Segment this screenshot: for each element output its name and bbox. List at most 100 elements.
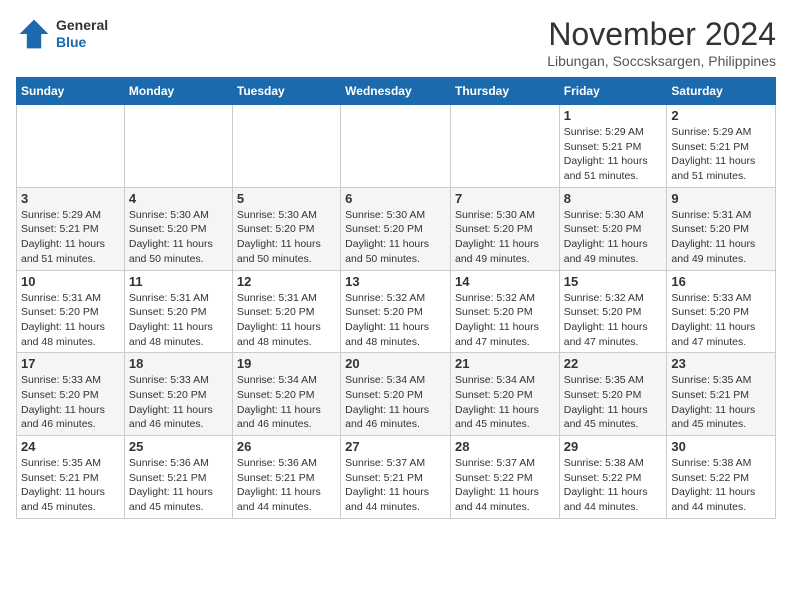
day-info: Sunrise: 5:29 AM Sunset: 5:21 PM Dayligh… <box>671 125 771 184</box>
day-number: 8 <box>564 191 663 206</box>
calendar-week-3: 10Sunrise: 5:31 AM Sunset: 5:20 PM Dayli… <box>17 270 776 353</box>
day-info: Sunrise: 5:31 AM Sunset: 5:20 PM Dayligh… <box>237 291 336 350</box>
day-info: Sunrise: 5:31 AM Sunset: 5:20 PM Dayligh… <box>21 291 120 350</box>
day-info: Sunrise: 5:34 AM Sunset: 5:20 PM Dayligh… <box>345 373 446 432</box>
month-title: November 2024 <box>547 16 776 53</box>
calendar-cell: 8 Sunrise: 5:30 AM Sunset: 5:20 PM Daylig… <box>559 187 667 270</box>
calendar-cell <box>341 105 451 188</box>
logo: General Blue <box>16 16 108 52</box>
weekday-header-row: SundayMondayTuesdayWednesdayThursdayFrid… <box>17 78 776 105</box>
calendar-cell: 13Sunrise: 5:32 AM Sunset: 5:20 PM Dayli… <box>341 270 451 353</box>
day-info: Sunrise: 5:33 AM Sunset: 5:20 PM Dayligh… <box>671 291 771 350</box>
day-info: Sunrise: 5:29 AM Sunset: 5:21 PM Dayligh… <box>564 125 663 184</box>
day-number: 1 <box>564 108 663 123</box>
day-number: 2 <box>671 108 771 123</box>
day-number: 4 <box>129 191 228 206</box>
page-header: General Blue November 2024 Libungan, Soc… <box>16 16 776 69</box>
day-number: 28 <box>455 439 555 454</box>
calendar-cell: 15 Sunrise: 5:32 AM Sunset: 5:20 PM Dayli… <box>559 270 667 353</box>
calendar-cell: 26 Sunrise: 5:36 AM Sunset: 5:21 PM Dayli… <box>232 436 340 519</box>
day-number: 23 <box>671 356 771 371</box>
calendar-cell: 4Sunrise: 5:30 AM Sunset: 5:20 PM Daylig… <box>124 187 232 270</box>
day-number: 22 <box>564 356 663 371</box>
day-number: 5 <box>237 191 336 206</box>
calendar-table: SundayMondayTuesdayWednesdayThursdayFrid… <box>16 77 776 519</box>
day-info: Sunrise: 5:37 AM Sunset: 5:22 PM Dayligh… <box>455 456 555 515</box>
calendar-cell: 6 Sunrise: 5:30 AM Sunset: 5:20 PM Daylig… <box>341 187 451 270</box>
day-number: 29 <box>564 439 663 454</box>
calendar-cell: 22 Sunrise: 5:35 AM Sunset: 5:20 PM Dayli… <box>559 353 667 436</box>
day-number: 6 <box>345 191 446 206</box>
calendar-cell: 10Sunrise: 5:31 AM Sunset: 5:20 PM Dayli… <box>17 270 125 353</box>
weekday-header-sunday: Sunday <box>17 78 125 105</box>
calendar-cell: 2 Sunrise: 5:29 AM Sunset: 5:21 PM Daylig… <box>667 105 776 188</box>
logo-general: General <box>56 17 108 34</box>
calendar-week-5: 24 Sunrise: 5:35 AM Sunset: 5:21 PM Dayli… <box>17 436 776 519</box>
day-info: Sunrise: 5:35 AM Sunset: 5:21 PM Dayligh… <box>21 456 120 515</box>
weekday-header-tuesday: Tuesday <box>232 78 340 105</box>
calendar-week-1: 1 Sunrise: 5:29 AM Sunset: 5:21 PM Daylig… <box>17 105 776 188</box>
day-number: 7 <box>455 191 555 206</box>
day-info: Sunrise: 5:38 AM Sunset: 5:22 PM Dayligh… <box>564 456 663 515</box>
day-number: 30 <box>671 439 771 454</box>
calendar-cell: 18 Sunrise: 5:33 AM Sunset: 5:20 PM Dayli… <box>124 353 232 436</box>
calendar-cell: 23 Sunrise: 5:35 AM Sunset: 5:21 PM Dayli… <box>667 353 776 436</box>
calendar-cell: 7 Sunrise: 5:30 AM Sunset: 5:20 PM Daylig… <box>450 187 559 270</box>
day-info: Sunrise: 5:34 AM Sunset: 5:20 PM Dayligh… <box>237 373 336 432</box>
calendar-cell: 9 Sunrise: 5:31 AM Sunset: 5:20 PM Daylig… <box>667 187 776 270</box>
day-info: Sunrise: 5:29 AM Sunset: 5:21 PM Dayligh… <box>21 208 120 267</box>
day-info: Sunrise: 5:32 AM Sunset: 5:20 PM Dayligh… <box>345 291 446 350</box>
calendar-cell: 25 Sunrise: 5:36 AM Sunset: 5:21 PM Dayli… <box>124 436 232 519</box>
day-number: 24 <box>21 439 120 454</box>
day-number: 20 <box>345 356 446 371</box>
day-number: 21 <box>455 356 555 371</box>
logo-text: General Blue <box>56 17 108 51</box>
day-info: Sunrise: 5:38 AM Sunset: 5:22 PM Dayligh… <box>671 456 771 515</box>
calendar-cell: 5 Sunrise: 5:30 AM Sunset: 5:20 PM Daylig… <box>232 187 340 270</box>
logo-icon <box>16 16 52 52</box>
day-info: Sunrise: 5:36 AM Sunset: 5:21 PM Dayligh… <box>129 456 228 515</box>
weekday-header-wednesday: Wednesday <box>341 78 451 105</box>
day-info: Sunrise: 5:34 AM Sunset: 5:20 PM Dayligh… <box>455 373 555 432</box>
calendar-cell: 19 Sunrise: 5:34 AM Sunset: 5:20 PM Dayli… <box>232 353 340 436</box>
day-info: Sunrise: 5:30 AM Sunset: 5:20 PM Dayligh… <box>345 208 446 267</box>
calendar-cell: 17Sunrise: 5:33 AM Sunset: 5:20 PM Dayli… <box>17 353 125 436</box>
day-number: 14 <box>455 274 555 289</box>
day-number: 26 <box>237 439 336 454</box>
calendar-cell: 14Sunrise: 5:32 AM Sunset: 5:20 PM Dayli… <box>450 270 559 353</box>
day-info: Sunrise: 5:36 AM Sunset: 5:21 PM Dayligh… <box>237 456 336 515</box>
weekday-header-friday: Friday <box>559 78 667 105</box>
calendar-week-2: 3Sunrise: 5:29 AM Sunset: 5:21 PM Daylig… <box>17 187 776 270</box>
calendar-cell: 28 Sunrise: 5:37 AM Sunset: 5:22 PM Dayli… <box>450 436 559 519</box>
day-number: 16 <box>671 274 771 289</box>
calendar-cell: 24 Sunrise: 5:35 AM Sunset: 5:21 PM Dayli… <box>17 436 125 519</box>
day-info: Sunrise: 5:30 AM Sunset: 5:20 PM Dayligh… <box>455 208 555 267</box>
day-number: 12 <box>237 274 336 289</box>
calendar-cell <box>450 105 559 188</box>
calendar-cell: 11Sunrise: 5:31 AM Sunset: 5:20 PM Dayli… <box>124 270 232 353</box>
day-info: Sunrise: 5:30 AM Sunset: 5:20 PM Dayligh… <box>564 208 663 267</box>
day-number: 11 <box>129 274 228 289</box>
calendar-cell: 29 Sunrise: 5:38 AM Sunset: 5:22 PM Dayli… <box>559 436 667 519</box>
day-info: Sunrise: 5:32 AM Sunset: 5:20 PM Dayligh… <box>564 291 663 350</box>
day-number: 25 <box>129 439 228 454</box>
calendar-cell: 21 Sunrise: 5:34 AM Sunset: 5:20 PM Dayli… <box>450 353 559 436</box>
day-number: 15 <box>564 274 663 289</box>
logo-blue: Blue <box>56 34 108 51</box>
day-number: 19 <box>237 356 336 371</box>
calendar-week-4: 17 Sunrise: 5:33 AM Sunset: 5:20 PM Dayli… <box>17 353 776 436</box>
weekday-header-monday: Monday <box>124 78 232 105</box>
day-info: Sunrise: 5:33 AM Sunset: 5:20 PM Dayligh… <box>129 373 228 432</box>
day-number: 18 <box>129 356 228 371</box>
day-info: Sunrise: 5:31 AM Sunset: 5:20 PM Dayligh… <box>671 208 771 267</box>
day-info: Sunrise: 5:35 AM Sunset: 5:20 PM Dayligh… <box>564 373 663 432</box>
day-number: 17 <box>21 356 120 371</box>
day-info: Sunrise: 5:35 AM Sunset: 5:21 PM Dayligh… <box>671 373 771 432</box>
title-area: November 2024 Libungan, Soccsksargen, Ph… <box>547 16 776 69</box>
day-number: 9 <box>671 191 771 206</box>
calendar-cell: 3Sunrise: 5:29 AM Sunset: 5:21 PM Daylig… <box>17 187 125 270</box>
day-info: Sunrise: 5:30 AM Sunset: 5:20 PM Dayligh… <box>237 208 336 267</box>
calendar-cell: 27Sunrise: 5:37 AM Sunset: 5:21 PM Dayli… <box>341 436 451 519</box>
calendar-cell: 1 Sunrise: 5:29 AM Sunset: 5:21 PM Daylig… <box>559 105 667 188</box>
calendar-cell: 12 Sunrise: 5:31 AM Sunset: 5:20 PM Dayli… <box>232 270 340 353</box>
